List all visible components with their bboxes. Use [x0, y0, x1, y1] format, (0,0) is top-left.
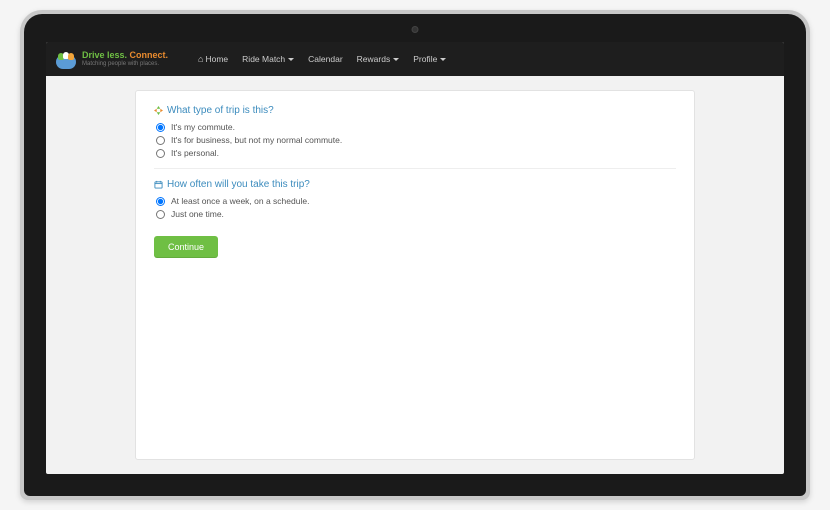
brand-tagline: Matching people with places. [82, 61, 168, 68]
calendar-icon [154, 180, 163, 189]
brand-text: Drive less. Connect. Matching people wit… [82, 51, 168, 67]
q1-option-commute[interactable]: It's my commute. [156, 122, 676, 132]
continue-button[interactable]: Continue [154, 236, 218, 258]
q2-opt1-label: At least once a week, on a schedule. [171, 196, 309, 206]
nav-calendar[interactable]: Calendar [308, 54, 343, 64]
q1-opt3-label: It's personal. [171, 148, 219, 158]
nav-home[interactable]: ⌂ Home [198, 54, 228, 64]
form-card: What type of trip is this? It's my commu… [135, 90, 695, 460]
chevron-down-icon [393, 58, 399, 61]
chevron-down-icon [288, 58, 294, 61]
nav-items: ⌂ Home Ride Match Calendar Rewards [198, 54, 446, 64]
navbar: Drive less. Connect. Matching people wit… [46, 42, 784, 76]
screen: Drive less. Connect. Matching people wit… [46, 42, 784, 474]
nav-rewards[interactable]: Rewards [357, 54, 400, 64]
home-icon: ⌂ [198, 55, 203, 64]
q1-opt1-label: It's my commute. [171, 122, 235, 132]
brand-word2: Connect. [127, 50, 168, 60]
question-1-header: What type of trip is this? [154, 105, 676, 116]
nav-calendar-label: Calendar [308, 54, 343, 64]
arrows-icon [154, 106, 163, 115]
nav-profile-label: Profile [413, 54, 437, 64]
q1-option-personal[interactable]: It's personal. [156, 148, 676, 158]
chevron-down-icon [440, 58, 446, 61]
q2-option-once[interactable]: Just one time. [156, 209, 676, 219]
question-1-label: What type of trip is this? [167, 105, 274, 116]
divider [154, 168, 676, 169]
q2-radio-once[interactable] [156, 210, 165, 219]
laptop-frame: Drive less. Connect. Matching people wit… [20, 10, 810, 500]
nav-home-label: Home [205, 54, 228, 64]
logo-icon [56, 49, 76, 69]
q1-radio-commute[interactable] [156, 123, 165, 132]
q1-opt2-label: It's for business, but not my normal com… [171, 135, 342, 145]
nav-ridematch[interactable]: Ride Match [242, 54, 294, 64]
nav-ridematch-label: Ride Match [242, 54, 285, 64]
q2-option-weekly[interactable]: At least once a week, on a schedule. [156, 196, 676, 206]
q1-option-business[interactable]: It's for business, but not my normal com… [156, 135, 676, 145]
laptop-bezel: Drive less. Connect. Matching people wit… [24, 14, 806, 496]
brand-word1: Drive less. [82, 50, 127, 60]
q2-radio-weekly[interactable] [156, 197, 165, 206]
nav-rewards-label: Rewards [357, 54, 391, 64]
question-2-label: How often will you take this trip? [167, 179, 310, 190]
q1-radio-business[interactable] [156, 136, 165, 145]
q1-radio-personal[interactable] [156, 149, 165, 158]
question-2-header: How often will you take this trip? [154, 179, 676, 190]
camera-icon [412, 26, 419, 33]
nav-profile[interactable]: Profile [413, 54, 446, 64]
logo[interactable]: Drive less. Connect. Matching people wit… [56, 49, 168, 69]
q2-opt2-label: Just one time. [171, 209, 224, 219]
